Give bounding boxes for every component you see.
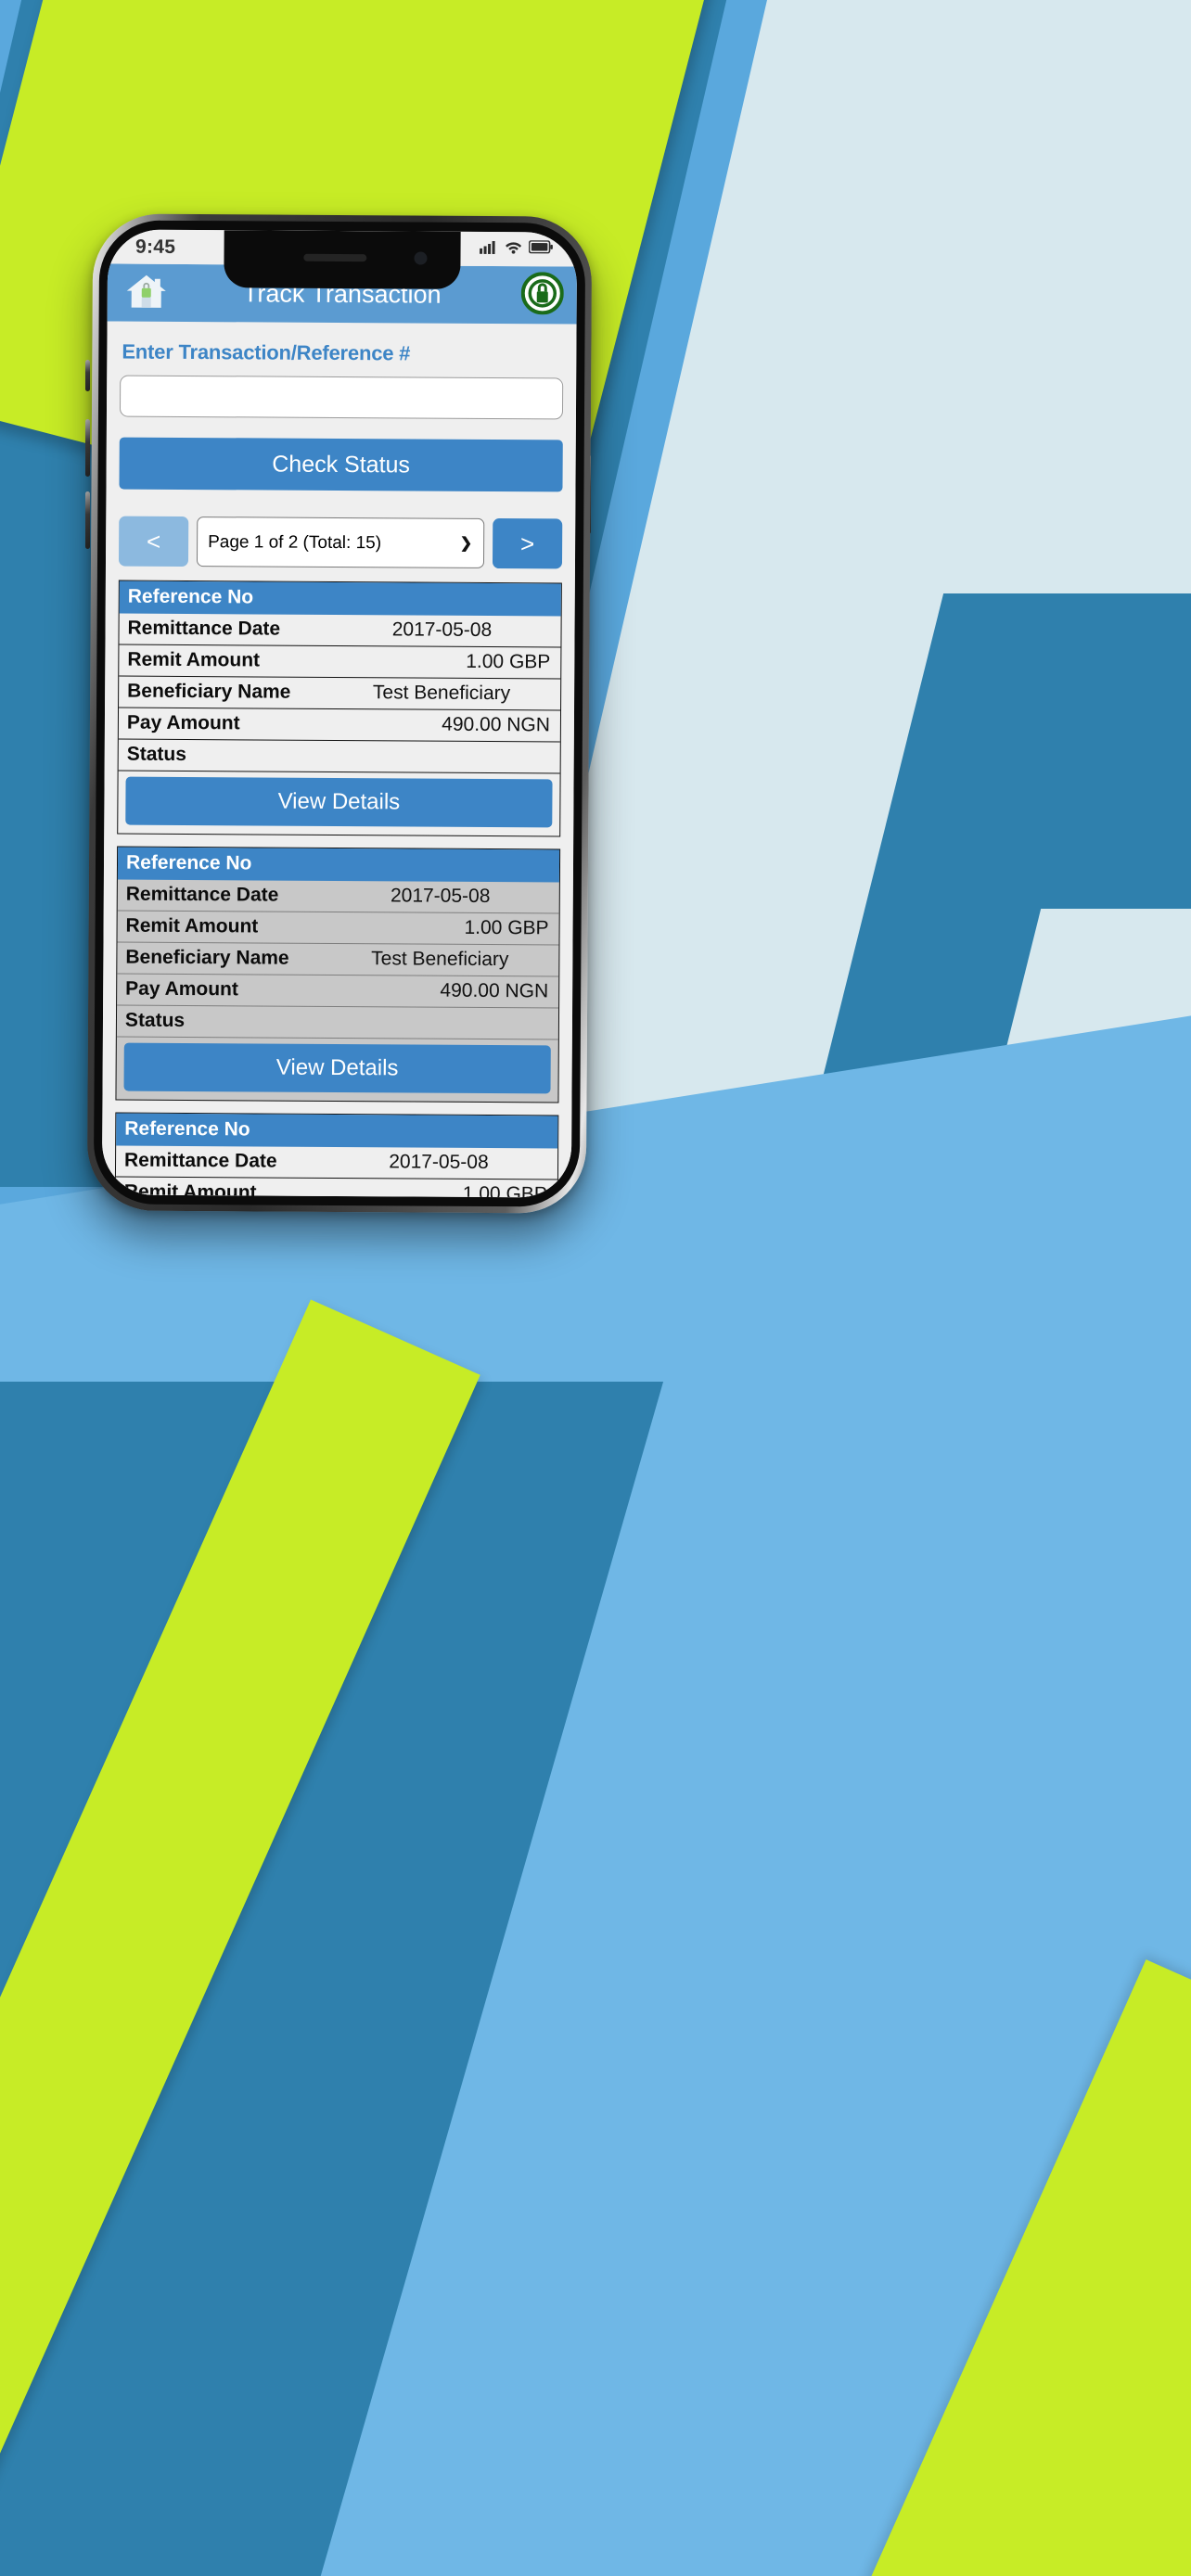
status-bar: 9:45 xyxy=(107,229,578,289)
row-value: 2017-05-08 xyxy=(390,885,491,907)
row-value: 1.00 GBP xyxy=(466,650,551,673)
card-action-area: View Details xyxy=(118,772,559,836)
table-row: Status xyxy=(118,739,560,774)
row-label: Remit Amount xyxy=(125,914,259,937)
earpiece-speaker xyxy=(302,253,366,262)
row-label: Beneficiary Name xyxy=(125,946,289,969)
table-row: Beneficiary Name Test Beneficiary xyxy=(119,676,561,711)
view-details-button[interactable]: View Details xyxy=(125,776,553,828)
row-label: Remittance Date xyxy=(125,883,279,906)
reference-no-header: Reference No xyxy=(119,580,561,617)
table-row: Pay Amount 490.00 NGN xyxy=(117,974,559,1009)
reference-no-header: Reference No xyxy=(117,847,560,883)
row-value: 2017-05-08 xyxy=(389,1151,489,1173)
table-row: Remittance Date 2017-05-08 xyxy=(115,1145,558,1180)
transaction-card: Reference No Remittance Date 2017-05-08 … xyxy=(115,846,561,1103)
row-label: Beneficiary Name xyxy=(127,680,291,703)
phone-volume-down-button[interactable] xyxy=(85,491,90,549)
page-selector-wrapper: Page 1 of 2 (Total: 15) ❯ xyxy=(196,516,485,568)
transaction-card: Reference No Remittance Date 2017-05-08 … xyxy=(113,1112,559,1198)
phone-notch xyxy=(224,230,461,289)
phone-volume-up-button[interactable] xyxy=(85,419,90,477)
row-label: Status xyxy=(124,1009,186,1031)
status-badge xyxy=(329,1022,550,1023)
row-label: Remittance Date xyxy=(127,617,281,640)
table-row: Remittance Date 2017-05-08 xyxy=(119,613,561,648)
transaction-list: Reference No Remittance Date 2017-05-08 … xyxy=(113,580,562,1198)
page-select[interactable]: Page 1 of 2 (Total: 15) xyxy=(196,516,485,568)
row-value: 2017-05-08 xyxy=(391,618,493,642)
table-row: Pay Amount 490.00 NGN xyxy=(118,708,561,743)
row-value: 1.00 GBP xyxy=(462,1182,547,1198)
reference-no-header: Reference No xyxy=(116,1113,558,1149)
previous-page-button[interactable]: < xyxy=(118,516,189,567)
home-lock-icon[interactable] xyxy=(124,270,169,315)
table-row: Status xyxy=(116,1005,559,1040)
row-label: Pay Amount xyxy=(125,977,238,1001)
status-bar-clock: 9:45 xyxy=(135,236,176,258)
phone-device: 9:45 Track Transaction Enter Transaction… xyxy=(86,213,593,1214)
cellular-signal-icon xyxy=(480,239,498,258)
padlock-circle-icon[interactable] xyxy=(520,271,564,319)
table-row: Beneficiary Name Test Beneficiary xyxy=(117,942,559,977)
card-action-area: View Details xyxy=(116,1038,557,1103)
status-badge xyxy=(331,756,552,757)
phone-bezel: 9:45 Track Transaction Enter Transaction… xyxy=(93,220,586,1207)
pagination-controls: < Page 1 of 2 (Total: 15) ❯ > xyxy=(118,516,563,569)
row-value: 490.00 NGN xyxy=(440,979,549,1002)
table-row: Remittance Date 2017-05-08 xyxy=(117,879,559,914)
row-label: Remittance Date xyxy=(123,1149,277,1172)
row-value: 1.00 GBP xyxy=(464,916,549,939)
next-page-button[interactable]: > xyxy=(492,518,563,569)
front-camera-icon xyxy=(414,251,428,265)
row-label: Status xyxy=(126,743,186,765)
phone-silent-switch[interactable] xyxy=(85,360,90,391)
transaction-card: Reference No Remittance Date 2017-05-08 … xyxy=(117,580,562,837)
row-label: Pay Amount xyxy=(126,711,240,734)
reference-field-label: Enter Transaction/Reference # xyxy=(122,339,411,365)
view-details-button[interactable]: View Details xyxy=(123,1042,551,1094)
wifi-icon xyxy=(505,240,522,259)
row-value: 490.00 NGN xyxy=(442,713,550,736)
row-value: Test Beneficiary xyxy=(371,948,509,971)
row-label: Remit Amount xyxy=(123,1180,257,1198)
app-content: Enter Transaction/Reference # Check Stat… xyxy=(101,321,577,1198)
table-row: Remit Amount 1.00 GBP xyxy=(117,911,559,946)
status-bar-icons xyxy=(480,239,553,258)
transaction-reference-input[interactable] xyxy=(119,375,564,420)
check-status-button[interactable]: Check Status xyxy=(119,437,563,492)
phone-screen: 9:45 Track Transaction Enter Transaction… xyxy=(101,229,578,1198)
table-row: Remit Amount 1.00 GBP xyxy=(115,1177,557,1198)
battery-icon xyxy=(528,239,553,258)
row-value: Test Beneficiary xyxy=(372,682,511,705)
row-label: Remit Amount xyxy=(127,648,261,671)
table-row: Remit Amount 1.00 GBP xyxy=(119,644,561,680)
